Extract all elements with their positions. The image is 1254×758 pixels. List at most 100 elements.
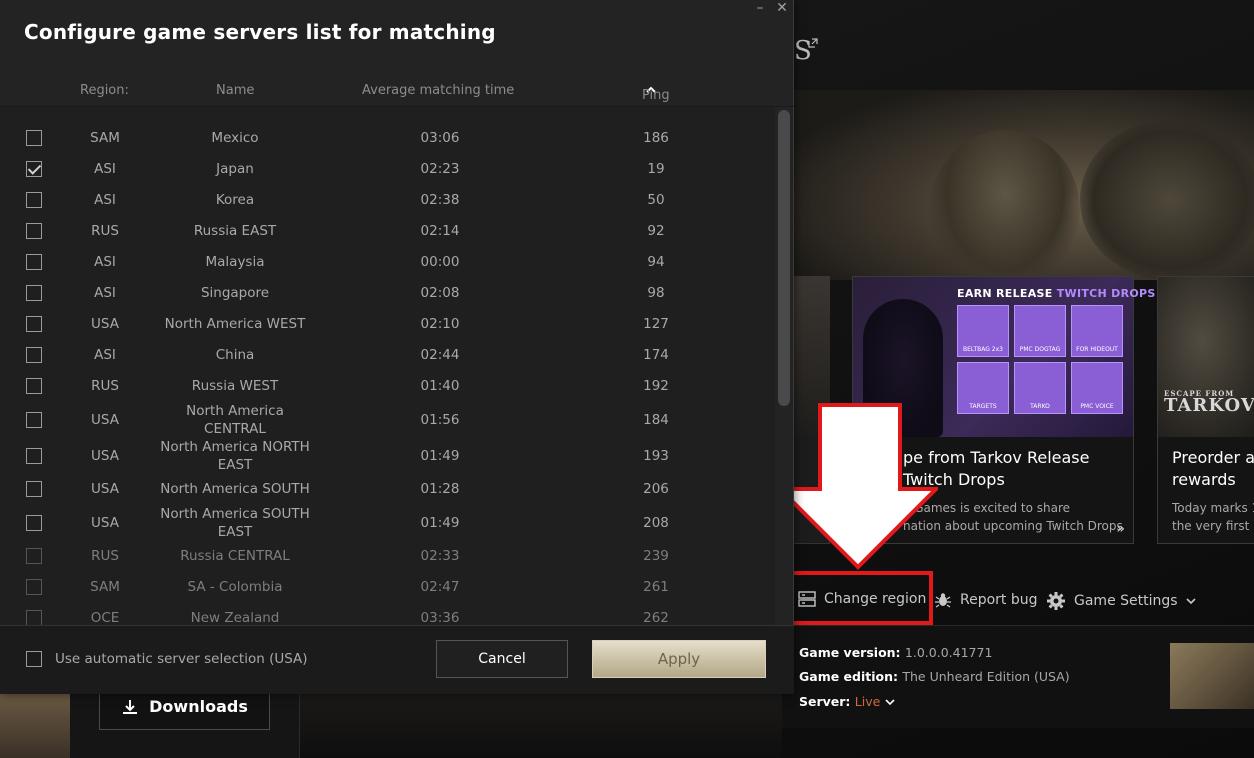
ping-cell: 192 xyxy=(643,378,669,394)
column-header-name[interactable]: Name xyxy=(216,83,254,98)
server-list: SAM Mexico 03:06 186 ASI Japan 02:23 19 ASI Korea… xyxy=(0,107,775,625)
scrollbar-thumb[interactable] xyxy=(778,110,790,406)
read-more-icon[interactable]: » xyxy=(1116,521,1125,537)
drop-item: PMC VOICE xyxy=(1071,362,1123,414)
game-version: Game version: 1.0.0.0.41771 xyxy=(799,645,993,660)
matching-time-cell: 02:10 xyxy=(420,316,460,332)
promo-thumbnail[interactable] xyxy=(1170,643,1254,709)
gear-icon xyxy=(1047,592,1065,610)
table-row[interactable]: USA North America CENTRAL 01:56 184 xyxy=(0,403,775,437)
chevron-down-icon xyxy=(885,699,895,706)
table-row[interactable]: SAM Mexico 03:06 186 xyxy=(0,124,775,152)
close-icon[interactable]: ✕ xyxy=(772,0,792,18)
tarkov-logo: ESCAPE FROM TARKOV xyxy=(1164,389,1254,416)
table-row[interactable]: ASI Japan 02:23 19 xyxy=(0,155,775,183)
ping-cell: 239 xyxy=(643,548,669,564)
server-checkbox[interactable] xyxy=(26,285,42,301)
report-bug-button[interactable]: Report bug xyxy=(934,591,1038,609)
ping-cell: 50 xyxy=(647,192,665,208)
sidebar-art xyxy=(0,694,70,758)
region-cell: ASI xyxy=(94,254,116,270)
server-name-cell: North America CENTRAL xyxy=(186,403,284,437)
matching-time-cell: 01:49 xyxy=(420,448,460,464)
server-checkbox[interactable] xyxy=(26,378,42,394)
server-name-cell: Russia WEST xyxy=(191,378,279,394)
server-checkbox[interactable] xyxy=(26,161,42,177)
matching-time-cell: 02:14 xyxy=(420,223,460,239)
server-name-cell: China xyxy=(215,347,255,363)
region-cell: RUS xyxy=(91,378,119,394)
column-header-ping[interactable]: Ping xyxy=(642,83,670,103)
bug-icon xyxy=(935,593,951,608)
drop-item: PMC DOGTAG xyxy=(1014,305,1066,357)
ping-cell: 127 xyxy=(643,316,669,332)
table-row[interactable]: USA North America SOUTH 01:28 206 xyxy=(0,475,775,503)
server-checkbox[interactable] xyxy=(26,316,42,332)
region-cell: ASI xyxy=(94,161,116,177)
server-checkbox[interactable] xyxy=(26,481,42,497)
arrow-down-icon xyxy=(778,403,938,570)
ping-cell: 261 xyxy=(643,579,669,595)
server-name-cell: Malaysia xyxy=(205,254,265,270)
server-checkbox[interactable] xyxy=(26,448,42,464)
server-name-cell: North America NORTH EAST xyxy=(160,439,310,473)
game-settings-button[interactable]: Game Settings xyxy=(1046,591,1196,611)
launcher-bottom-art xyxy=(300,694,782,758)
server-checkbox[interactable] xyxy=(26,610,42,625)
server-checkbox[interactable] xyxy=(26,515,42,531)
ping-cell: 208 xyxy=(643,515,669,531)
drop-item: TARKO xyxy=(1014,362,1066,414)
server-checkbox[interactable] xyxy=(26,412,42,428)
news-card-title: Preorder a rewards xyxy=(1172,448,1254,489)
cancel-button[interactable]: Cancel xyxy=(436,640,568,678)
region-cell: RUS xyxy=(91,548,119,564)
hero-soldier-art xyxy=(930,130,1080,290)
server-checkbox[interactable] xyxy=(26,254,42,270)
chevron-down-icon xyxy=(1185,598,1196,605)
table-row[interactable]: RUS Russia EAST 02:14 92 xyxy=(0,217,775,245)
table-row[interactable]: ASI Malaysia 00:00 94 xyxy=(0,248,775,276)
column-header-time[interactable]: Average matching time xyxy=(362,83,514,98)
region-cell: USA xyxy=(91,515,119,531)
server-checkbox[interactable] xyxy=(26,130,42,146)
matching-time-cell: 00:00 xyxy=(420,254,460,270)
table-row[interactable]: ASI China 02:44 174 xyxy=(0,341,775,369)
drop-item: FOR HIDEOUT xyxy=(1071,305,1123,357)
region-cell: ASI xyxy=(94,192,116,208)
server-checkbox[interactable] xyxy=(26,548,42,564)
server-checkbox[interactable] xyxy=(26,223,42,239)
table-row[interactable]: ASI Korea 02:38 50 xyxy=(0,186,775,214)
apply-button[interactable]: Apply xyxy=(592,640,766,678)
ping-cell: 94 xyxy=(647,254,665,270)
table-row[interactable]: OCE New Zealand 03:36 262 xyxy=(0,604,775,625)
region-cell: RUS xyxy=(91,223,119,239)
region-cell: USA xyxy=(91,316,119,332)
drop-item: TARGETS xyxy=(957,362,1009,414)
table-header: Region: Name Average matching time Ping xyxy=(0,78,794,106)
news-card-preorder[interactable]: ESCAPE FROM TARKOV Preorder a rewards Toda… xyxy=(1157,276,1254,544)
server-checkbox[interactable] xyxy=(26,347,42,363)
table-row[interactable]: RUS Russia WEST 01:40 192 xyxy=(0,372,775,400)
ping-cell: 262 xyxy=(643,610,669,625)
server-name-cell: North America SOUTH EAST xyxy=(160,506,310,540)
matching-time-cell: 02:08 xyxy=(420,285,460,301)
table-row[interactable]: ASI Singapore 02:08 98 xyxy=(0,279,775,307)
minimize-icon[interactable]: – xyxy=(750,0,770,18)
game-edition: Game edition: The Unheard Edition (USA) xyxy=(799,669,1070,684)
region-cell: SAM xyxy=(90,579,120,595)
server-name-cell: Russia CENTRAL xyxy=(180,548,290,564)
table-row[interactable]: USA North America SOUTH EAST 01:49 208 xyxy=(0,506,775,540)
auto-select-checkbox[interactable] xyxy=(26,651,42,667)
server-checkbox[interactable] xyxy=(26,192,42,208)
ping-cell: 206 xyxy=(643,481,669,497)
table-row[interactable]: SAM SA - Colombia 02:47 261 xyxy=(0,573,775,601)
server-checkbox[interactable] xyxy=(26,579,42,595)
column-header-region[interactable]: Region: xyxy=(80,83,129,98)
table-row[interactable]: USA North America WEST 02:10 127 xyxy=(0,310,775,338)
table-row[interactable]: USA North America NORTH EAST 01:49 193 xyxy=(0,439,775,473)
table-row[interactable]: RUS Russia CENTRAL 02:33 239 xyxy=(0,542,775,570)
matching-time-cell: 02:47 xyxy=(420,579,460,595)
ping-cell: 193 xyxy=(643,448,669,464)
external-link-icon[interactable] xyxy=(808,38,818,51)
server-selector[interactable]: Server: Live xyxy=(799,694,895,709)
